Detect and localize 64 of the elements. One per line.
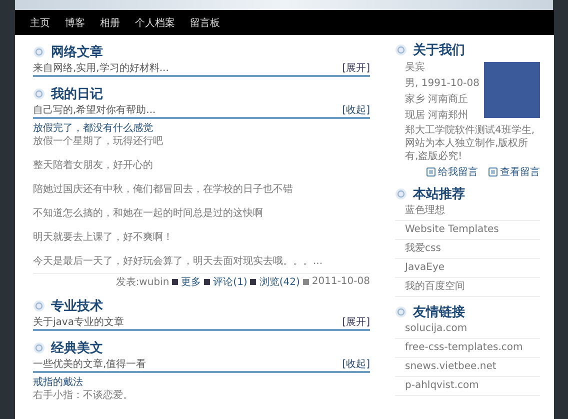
square-icon — [172, 278, 178, 284]
more-link[interactable]: 更多 — [181, 274, 202, 288]
post-paragraph: 今天是最后一天了，好好玩会算了，明天去面对现实去哦。。。... — [33, 255, 324, 269]
post-paragraph: 明天就要去上课了，好不爽啊！ — [33, 231, 174, 245]
square-icon — [204, 278, 210, 284]
section-title: 专业技术 — [51, 298, 103, 314]
post-author: 发表:wubin — [116, 276, 170, 288]
nav-link[interactable]: 主页 — [30, 16, 50, 30]
toggle-link[interactable]: [收起] — [342, 103, 370, 117]
swirl-icon — [395, 188, 407, 200]
nav-link[interactable]: 个人档案 — [135, 16, 175, 30]
views-link[interactable]: 浏览(42) — [259, 274, 300, 288]
swirl-icon — [33, 46, 45, 58]
profile-text: 家乡 河南商丘 — [405, 92, 470, 107]
note-icon — [488, 167, 498, 177]
about-description: 郑大工学院软件测试4班学生,网站为本人独立制作,版权所有,盗版必究! — [404, 124, 536, 163]
nav-link[interactable]: 博客 — [65, 16, 85, 30]
section-subtitle: 自己写的,希望对你有帮助... — [33, 104, 156, 117]
post-date: 2011-10-08 — [312, 276, 370, 287]
comments-link[interactable]: 评论(1) — [213, 274, 248, 288]
swirl-icon — [395, 306, 407, 318]
section-title: 友情链接 — [413, 304, 465, 320]
swirl-icon — [33, 342, 45, 354]
recommend-link[interactable]: JavaEye — [395, 259, 540, 278]
post-paragraph: 右手小指：不谈恋爱。 — [33, 389, 134, 403]
recommend-link[interactable]: 蓝色理想 — [395, 202, 540, 221]
note-icon — [426, 167, 436, 177]
post-paragraph: 整天陪着女朋友，好开心的 — [33, 159, 154, 173]
post-paragraph: 不知道怎么搞的，和她在一起的时间总是过的这快啊 — [33, 207, 264, 221]
toggle-link[interactable]: [收起] — [342, 357, 370, 371]
friend-link[interactable]: free-css-templates.com — [395, 339, 540, 358]
section-subtitle: 关于java专业的文章 — [33, 316, 124, 329]
toggle-link[interactable]: [展开] — [342, 61, 370, 75]
friend-link[interactable]: snews.vietbee.net — [395, 358, 540, 377]
section-title: 我的日记 — [51, 86, 103, 102]
swirl-icon — [395, 44, 407, 56]
friend-link[interactable]: p-ahlqvist.com — [395, 377, 540, 396]
message-link[interactable]: 给我留言 — [426, 165, 478, 179]
profile-text: 吴宾 — [405, 60, 426, 75]
section-subtitle: 一些优美的文章,值得一看 — [33, 358, 146, 371]
friend-link[interactable]: solucija.com — [395, 320, 540, 339]
section-title: 网络文章 — [51, 44, 103, 60]
recommend-link[interactable]: 我爱css — [395, 240, 540, 259]
recommend-link[interactable]: Website Templates — [395, 221, 540, 240]
section-subtitle: 来自网络,实用,学习的好材料... — [33, 62, 169, 75]
square-icon — [250, 278, 256, 284]
post-title[interactable]: 放假完了，都没有什么感觉 — [33, 122, 370, 135]
profile-text: 男, 1991-10-08 — [405, 77, 480, 91]
post-paragraph: 陪她过国庆还有中秋，俺们都冒回去，在学校的日子也不错 — [33, 183, 294, 197]
message-link[interactable]: 查看留言 — [488, 165, 540, 179]
crossed-square-icon — [302, 278, 309, 284]
toggle-link[interactable]: [展开] — [342, 315, 370, 329]
section-title: 关于我们 — [413, 42, 465, 58]
profile-text: 现居 河南郑州 — [405, 108, 470, 123]
nav-link[interactable]: 相册 — [100, 16, 120, 30]
section-title: 本站推荐 — [413, 186, 465, 202]
photo-placeholder — [484, 62, 540, 118]
post-title[interactable]: 戒指的戴法 — [33, 376, 370, 389]
nav-link[interactable]: 留言板 — [190, 16, 220, 30]
post-paragraph: 放假一个星期了，玩得还行吧 — [33, 135, 164, 149]
section-title: 经典美文 — [51, 340, 103, 356]
swirl-icon — [33, 88, 45, 100]
recommend-link[interactable]: 我的百度空间 — [395, 278, 540, 297]
swirl-icon — [33, 300, 45, 312]
